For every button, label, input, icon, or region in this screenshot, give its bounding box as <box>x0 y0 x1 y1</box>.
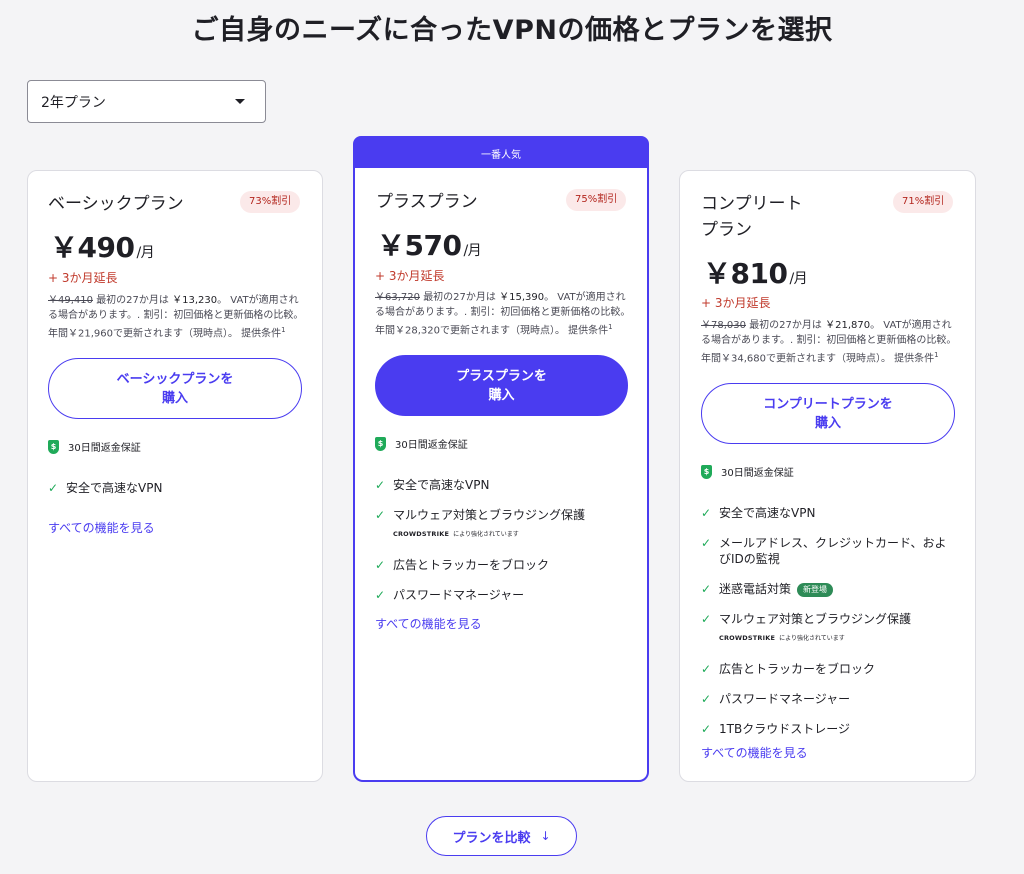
shield-dollar-icon: $ <box>48 439 59 454</box>
discount-badge: 71%割引 <box>893 191 954 213</box>
list-item: ✓ メールアドレス、クレジットカード、およびIDの監視 <box>701 536 947 566</box>
shield-dollar-icon: $ <box>701 464 712 479</box>
money-back-guarantee: $ 30日間返金保証 <box>48 439 141 454</box>
crowdstrike-powered-note: CROWDSTRIKE により強化されています <box>393 530 519 538</box>
compare-plans-button[interactable]: プランを比較 ↓ <box>426 816 577 856</box>
list-item: ✓ マルウェア対策とブラウジング保護 CROWDSTRIKE により強化されていま… <box>375 507 635 543</box>
plan-period-select[interactable]: 2年プラン <box>27 80 266 123</box>
shield-dollar-icon: $ <box>375 436 386 451</box>
arrow-down-icon: ↓ <box>540 829 551 843</box>
list-item: ✓ 安全で高速なVPN <box>48 481 163 495</box>
check-icon: ✓ <box>701 536 712 550</box>
price: ￥810/月 <box>703 257 808 290</box>
check-icon: ✓ <box>701 506 712 520</box>
new-badge: 新登場 <box>797 582 834 597</box>
price: ￥570/月 <box>377 229 482 262</box>
feature-list: ✓ 安全で高速なVPN ✓ メールアドレス、クレジットカード、およびIDの監視 ✓ … <box>701 505 951 751</box>
discount-badge: 73%割引 <box>240 191 301 213</box>
list-item: ✓ 迷惑電話対策 新登場 <box>701 581 951 597</box>
feature-list: ✓ 安全で高速なVPN ✓ マルウェア対策とブラウジング保護 CROWDSTRIK… <box>375 477 635 617</box>
crowdstrike-powered-note: CROWDSTRIKE により強化されています <box>719 634 845 642</box>
bonus-extension: + 3か月延長 <box>701 296 771 310</box>
plan-name: プラスプラン <box>376 192 478 212</box>
check-icon: ✓ <box>375 588 386 602</box>
plan-name: コンプリート プラン <box>701 194 803 240</box>
price-fine-print: ￥49,410 最初の27か月は ￥13,230。 VATが適用される場合があり… <box>48 295 304 340</box>
list-item: ✓ 広告とトラッカーをブロック <box>375 558 550 572</box>
check-icon: ✓ <box>701 662 712 676</box>
list-item: ✓ 安全で高速なVPN <box>375 478 490 492</box>
money-back-guarantee: $ 30日間返金保証 <box>701 464 794 479</box>
check-icon: ✓ <box>375 508 386 522</box>
buy-plus-button[interactable]: プラスプランを 購入 <box>375 355 628 416</box>
check-icon: ✓ <box>701 722 712 736</box>
price-fine-print: ￥63,720 最初の27か月は ￥15,390。 VATが適用される場合があり… <box>375 292 631 337</box>
most-popular-banner: 一番人気 <box>353 136 649 170</box>
plan-name: ベーシックプラン <box>48 194 184 214</box>
buy-basic-button[interactable]: ベーシックプランを 購入 <box>48 358 302 419</box>
list-item: ✓ 広告とトラッカーをブロック <box>701 662 876 676</box>
check-icon: ✓ <box>48 481 59 495</box>
caret-down-icon <box>235 99 245 104</box>
money-back-guarantee: $ 30日間返金保証 <box>375 436 468 451</box>
list-item: ✓ マルウェア対策とブラウジング保護 CROWDSTRIKE により強化されていま… <box>701 611 951 647</box>
check-icon: ✓ <box>701 692 712 706</box>
see-all-features-link[interactable]: すべての機能を見る <box>701 744 808 761</box>
price-fine-print: ￥78,030 最初の27か月は ￥21,870。 VATが適用される場合があり… <box>701 320 957 365</box>
discount-badge: 75%割引 <box>566 189 627 211</box>
list-item: ✓ パスワードマネージャー <box>701 692 851 706</box>
list-item: ✓ 安全で高速なVPN <box>701 506 816 520</box>
check-icon: ✓ <box>701 612 712 626</box>
bonus-extension: + 3か月延長 <box>375 269 445 283</box>
page-title: ご自身のニーズに合ったVPNの価格とプランを選択 <box>191 15 833 46</box>
check-icon: ✓ <box>375 478 386 492</box>
buy-complete-button[interactable]: コンプリートプランを 購入 <box>701 383 955 444</box>
see-all-features-link[interactable]: すべての機能を見る <box>375 615 482 632</box>
check-icon: ✓ <box>375 558 386 572</box>
check-icon: ✓ <box>701 582 712 596</box>
bonus-extension: + 3か月延長 <box>48 271 118 285</box>
see-all-features-link[interactable]: すべての機能を見る <box>48 519 155 536</box>
list-item: ✓ パスワードマネージャー <box>375 588 525 602</box>
feature-list: ✓ 安全で高速なVPN <box>48 480 162 510</box>
list-item: ✓ 1TBクラウドストレージ <box>701 722 850 736</box>
price: ￥490/月 <box>50 231 155 264</box>
plan-period-value: 2年プラン <box>41 94 106 111</box>
